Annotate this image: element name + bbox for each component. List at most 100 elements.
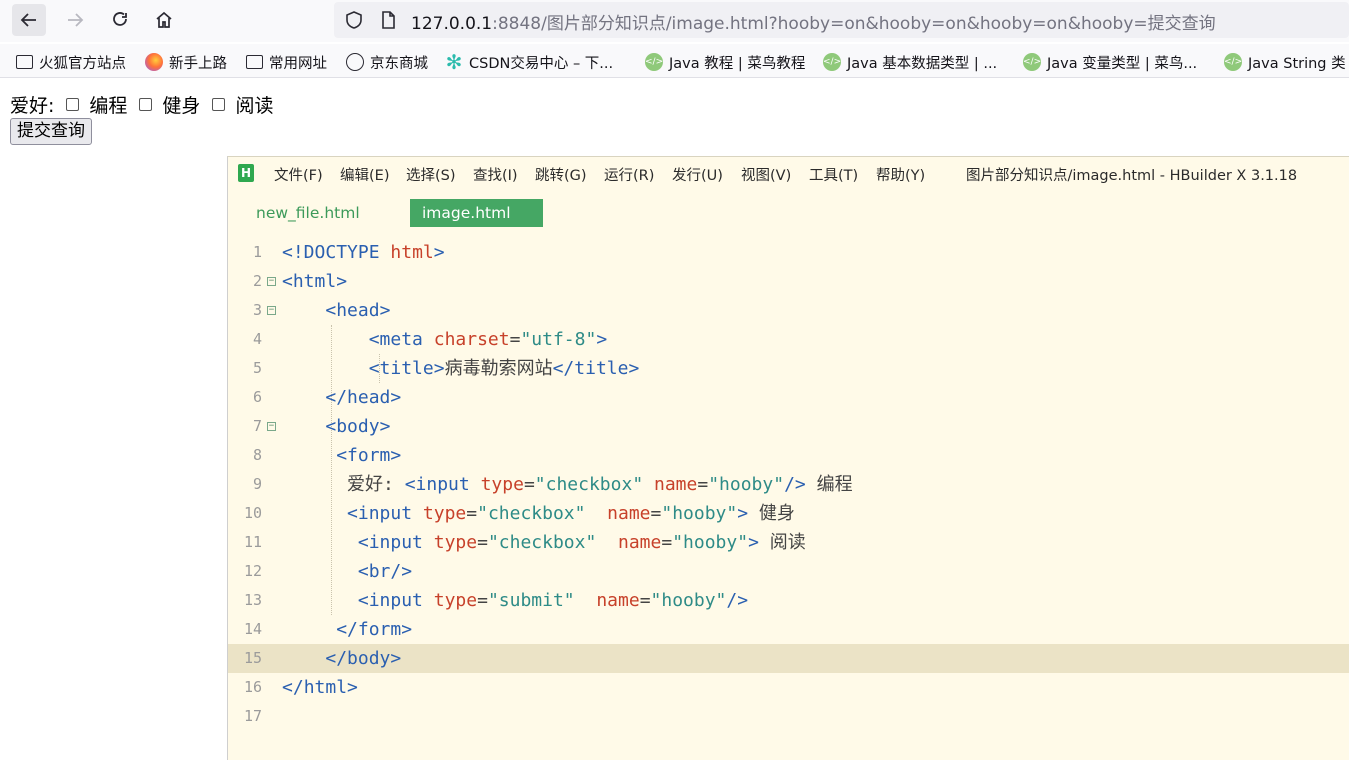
menu-tools[interactable]: 工具(T) — [809, 164, 858, 185]
line-number: 9 — [252, 475, 262, 493]
hobby-label: 爱好: — [10, 94, 55, 117]
runoob-icon: </> — [823, 53, 841, 71]
submit-button[interactable]: 提交查询 — [10, 118, 92, 145]
runoob-icon: </> — [1224, 53, 1242, 71]
code-text: <input type="checkbox" name="hooby"> 阅读 — [357, 532, 806, 553]
line-number: 13 — [243, 591, 262, 609]
reload-icon — [113, 12, 127, 26]
bookmark-label: CSDN交易中心 – 下... — [469, 55, 614, 72]
code-line[interactable]: 1 <!DOCTYPE html> — [228, 238, 1349, 267]
url-host: 127.0.0.1 — [411, 14, 493, 34]
home-icon — [156, 11, 172, 28]
menu-help[interactable]: 帮助(Y) — [876, 164, 925, 185]
bookmark-item[interactable]: </> Java 基本数据类型 | ... — [823, 51, 997, 73]
editor-tabs: new_file.html image.html — [228, 199, 1349, 227]
checkbox-reading[interactable] — [212, 97, 226, 111]
menu-run[interactable]: 运行(R) — [604, 164, 654, 185]
menu-select[interactable]: 选择(S) — [406, 164, 456, 185]
code-text: <input type="checkbox" name="hooby"> 健身 — [347, 503, 795, 524]
bookmark-item[interactable]: </> Java 变量类型 | 菜鸟... — [1023, 51, 1197, 73]
code-line[interactable]: 12 <br/> — [228, 557, 1349, 586]
url-text[interactable]: 127.0.0.1:8848/图片部分知识点/image.html?hooby=… — [411, 9, 1216, 34]
line-number: 2 — [252, 272, 262, 290]
window-title: 图片部分知识点/image.html - HBuilder X 3.1.18 — [966, 168, 1298, 184]
back-button[interactable] — [12, 4, 46, 36]
code-line[interactable]: 3− <head> — [228, 296, 1349, 325]
fold-toggle-icon[interactable]: − — [267, 422, 276, 431]
folder-icon — [246, 55, 263, 69]
code-line[interactable]: 10 <input type="checkbox" name="hooby"> … — [228, 499, 1349, 528]
menu-goto[interactable]: 跳转(G) — [535, 164, 587, 185]
bookmark-item[interactable]: </> Java String 类 — [1224, 51, 1346, 73]
option-label: 阅读 — [235, 94, 274, 117]
bookmark-item[interactable]: 京东商城 — [346, 51, 428, 73]
arrow-left-icon — [20, 13, 36, 27]
menu-file[interactable]: 文件(F) — [274, 164, 323, 185]
code-line[interactable]: 8 <form> — [228, 441, 1349, 470]
code-text: <title>病毒勒索网站</title> — [368, 358, 640, 379]
code-line[interactable]: 7− <body> — [228, 412, 1349, 441]
line-number: 3 — [252, 301, 262, 319]
code-text: <meta charset="utf-8"> — [368, 329, 608, 350]
url-bar[interactable]: 127.0.0.1:8848/图片部分知识点/image.html?hooby=… — [334, 2, 1349, 38]
menu-edit[interactable]: 编辑(E) — [340, 164, 389, 185]
line-number: 11 — [243, 533, 262, 551]
firefox-icon — [145, 53, 163, 71]
hbuilder-window: H 文件(F) 编辑(E) 选择(S) 查找(I) 跳转(G) 运行(R) 发行… — [227, 156, 1349, 760]
bookmark-item[interactable]: 常用网址 — [246, 51, 327, 73]
line-number: 17 — [243, 707, 262, 725]
code-line[interactable]: 13 <input type="submit" name="hooby"/> — [228, 586, 1349, 615]
reload-button[interactable] — [103, 4, 137, 36]
bookmark-label: 常用网址 — [269, 55, 327, 72]
option-label: 健身 — [162, 94, 201, 117]
checkbox-fitness[interactable] — [139, 97, 153, 111]
code-line[interactable]: 17 — [228, 702, 1349, 731]
menu-publish[interactable]: 发行(U) — [672, 164, 723, 185]
code-line[interactable]: 4 <meta charset="utf-8"> — [228, 325, 1349, 354]
code-line[interactable]: 5 <title>病毒勒索网站</title> — [228, 354, 1349, 383]
code-line[interactable]: 6 </head> — [228, 383, 1349, 412]
fold-toggle-icon[interactable]: − — [267, 306, 276, 315]
code-line[interactable]: 9 爱好: <input type="checkbox" name="hooby… — [228, 470, 1349, 499]
tab-image-html[interactable]: image.html — [410, 199, 543, 227]
line-number: 7 — [252, 417, 262, 435]
code-text: </body> — [325, 648, 402, 669]
bookmark-item[interactable]: 新手上路 — [145, 51, 227, 73]
bookmark-label: 火狐官方站点 — [39, 55, 126, 72]
menu-find[interactable]: 查找(I) — [473, 164, 518, 185]
hbuilder-logo-icon: H — [238, 164, 254, 182]
bookmark-item[interactable]: 火狐官方站点 — [16, 51, 126, 73]
bookmark-item[interactable]: ✻ CSDN交易中心 – 下... — [445, 50, 614, 74]
line-number: 14 — [243, 620, 262, 638]
line-number: 15 — [243, 649, 262, 667]
code-text: <!DOCTYPE html> — [282, 242, 445, 263]
code-line[interactable]: 15 </body> — [228, 644, 1349, 673]
line-number: 12 — [243, 562, 262, 580]
bookmark-label: Java 变量类型 | 菜鸟... — [1047, 55, 1198, 72]
forward-button[interactable] — [58, 4, 92, 36]
line-number: 6 — [252, 388, 262, 406]
csdn-icon: ✻ — [445, 50, 463, 74]
code-line[interactable]: 14 </form> — [228, 615, 1349, 644]
shield-icon[interactable] — [344, 10, 364, 30]
code-line[interactable]: 11 <input type="checkbox" name="hooby"> … — [228, 528, 1349, 557]
bookmarks-bar: 火狐官方站点 新手上路 常用网址 京东商城 ✻ CSDN交易中心 – 下... </> Jav… — [0, 44, 1349, 78]
checkbox-programming[interactable] — [66, 97, 80, 111]
option-label: 编程 — [89, 94, 128, 117]
code-editor[interactable]: 1 <!DOCTYPE html> 2− <html> 3− <head> 4 <meta… — [228, 238, 1349, 731]
home-button[interactable] — [147, 4, 181, 36]
url-path: :8848/图片部分知识点/image.html?hooby=on&hooby=… — [492, 14, 1216, 34]
tab-new-file[interactable]: new_file.html — [244, 199, 372, 227]
page-info-icon[interactable] — [378, 10, 398, 30]
bookmark-label: Java String 类 — [1248, 55, 1346, 72]
code-line[interactable]: 16 </html> — [228, 673, 1349, 702]
bookmark-item[interactable]: </> Java 教程 | 菜鸟教程 — [645, 51, 805, 73]
code-text: </form> — [336, 619, 413, 640]
line-number: 5 — [252, 359, 262, 377]
bookmark-label: Java 基本数据类型 | ... — [847, 55, 998, 72]
code-line[interactable]: 2− <html> — [228, 267, 1349, 296]
code-text: <input type="submit" name="hooby"/> — [357, 590, 749, 611]
code-text: <html> — [282, 271, 348, 292]
fold-toggle-icon[interactable]: − — [267, 277, 276, 286]
menu-view[interactable]: 视图(V) — [741, 164, 791, 185]
